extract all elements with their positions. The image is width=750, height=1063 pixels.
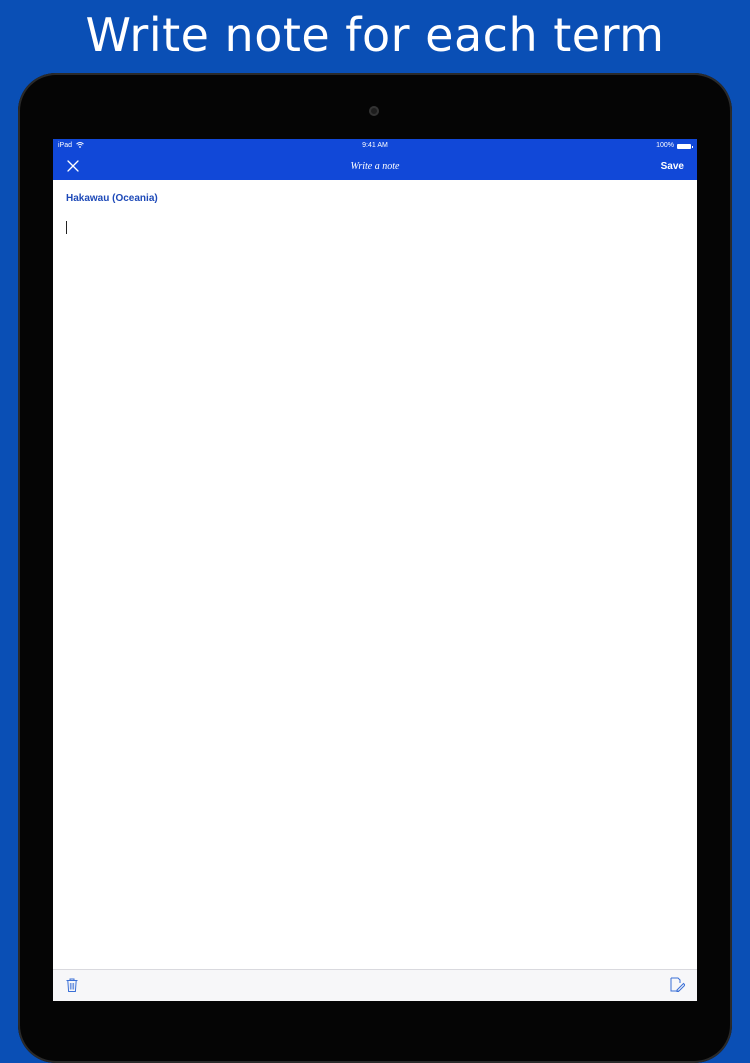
ipad-device-frame: iPad 9:41 AM 100% Write a note Save Haka…: [18, 73, 732, 1063]
navigation-bar: Write a note Save: [53, 153, 697, 180]
app-screen: iPad 9:41 AM 100% Write a note Save Haka…: [53, 139, 697, 1001]
note-text-input[interactable]: [66, 218, 676, 958]
battery-icon: [677, 143, 693, 149]
trash-icon[interactable]: [65, 977, 79, 993]
term-title: Hakawau (Oceania): [66, 193, 158, 204]
front-camera: [369, 106, 379, 116]
status-bar: iPad 9:41 AM 100%: [53, 139, 697, 153]
bottom-toolbar: [53, 969, 697, 1001]
note-editor: Hakawau (Oceania): [53, 180, 697, 969]
text-cursor: [66, 221, 67, 234]
status-time: 9:41 AM: [362, 142, 388, 149]
status-battery: 100%: [656, 139, 693, 153]
edit-icon[interactable]: [669, 976, 685, 993]
promo-headline: Write note for each term: [85, 8, 665, 62]
save-button[interactable]: Save: [661, 153, 684, 180]
battery-percent: 100%: [656, 142, 674, 149]
nav-title: Write a note: [350, 161, 400, 172]
